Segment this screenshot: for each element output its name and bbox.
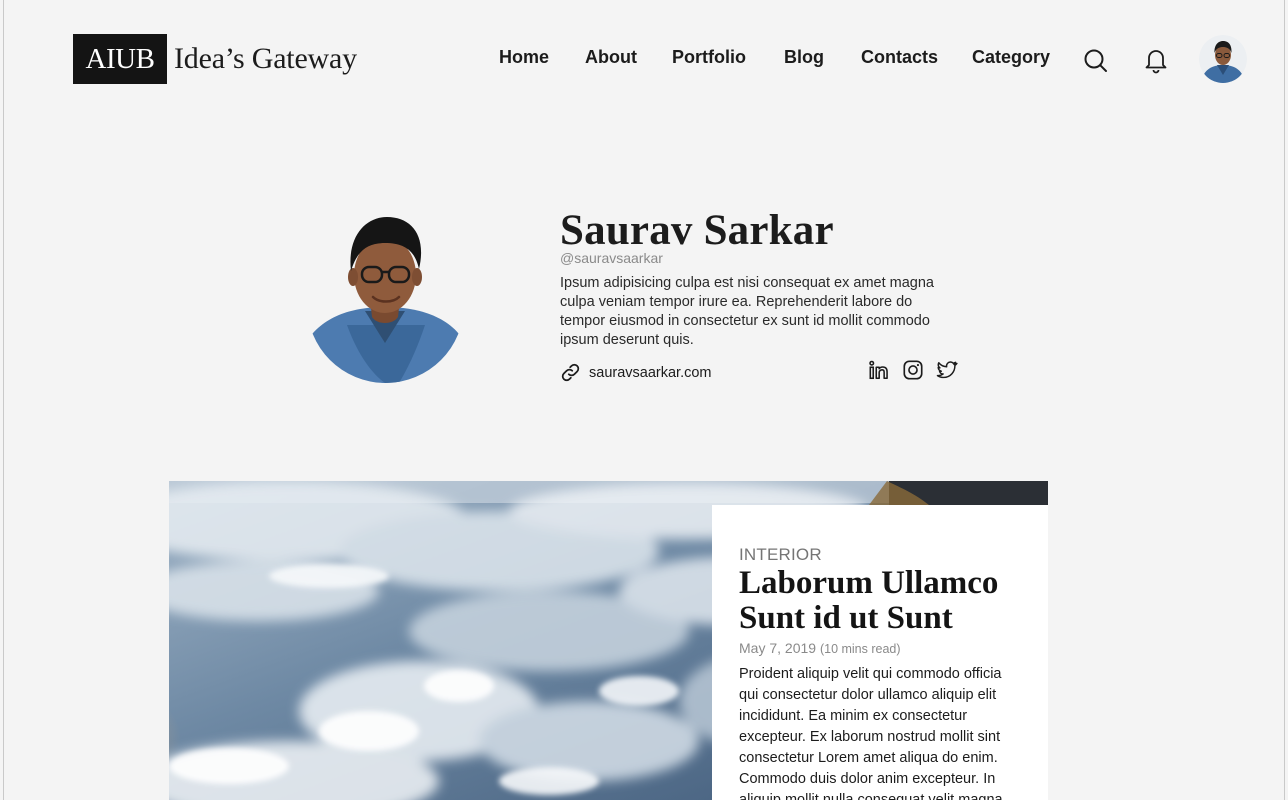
logo-text: Idea’s Gateway	[174, 42, 357, 75]
notifications-button[interactable]	[1143, 46, 1169, 74]
site-logo[interactable]: AIUB Idea’s Gateway	[73, 34, 357, 84]
social-links	[868, 359, 958, 381]
search-icon	[1084, 49, 1107, 72]
profile-bio: Ipsum adipisicing culpa est nisi consequ…	[560, 275, 934, 348]
instagram-icon[interactable]	[902, 359, 924, 381]
link-icon	[561, 363, 580, 382]
post-meta: May 7, 2019 (10 mins read)	[739, 640, 1022, 656]
nav-portfolio[interactable]: Portfolio	[672, 47, 746, 68]
nav-contacts[interactable]: Contacts	[861, 47, 938, 68]
profile-photo	[307, 213, 464, 383]
nav-blog[interactable]: Blog	[784, 47, 824, 68]
bell-icon	[1145, 50, 1167, 74]
profile-photo-image	[307, 213, 464, 383]
nav-home[interactable]: Home	[499, 47, 549, 68]
avatar[interactable]	[1199, 35, 1247, 83]
post-title[interactable]: Laborum Ullamco Sunt id ut Sunt	[739, 566, 1022, 636]
search-button[interactable]	[1083, 48, 1109, 74]
profile-name: Saurav Sarkar	[560, 207, 834, 254]
post-excerpt: Proident aliquip velit qui commodo offic…	[739, 666, 1007, 800]
profile-handle: @sauravsaarkar	[560, 250, 663, 266]
website-link[interactable]: sauravsaarkar.com	[560, 362, 712, 383]
nav-about[interactable]: About	[585, 47, 637, 68]
featured-post-card: INTERIOR Laborum Ullamco Sunt id ut Sunt…	[712, 505, 1048, 800]
profile-photo-small	[1199, 35, 1247, 83]
post-read-time: (10 mins read)	[819, 642, 901, 656]
twitter-icon[interactable]	[936, 359, 958, 381]
nav-category[interactable]: Category	[972, 47, 1050, 68]
linkedin-icon[interactable]	[868, 359, 890, 381]
post-date: May 7, 2019	[739, 640, 817, 656]
logo-mark: AIUB	[73, 34, 167, 84]
post-category[interactable]: INTERIOR	[739, 545, 1022, 565]
website-link-text: sauravsaarkar.com	[589, 364, 712, 381]
